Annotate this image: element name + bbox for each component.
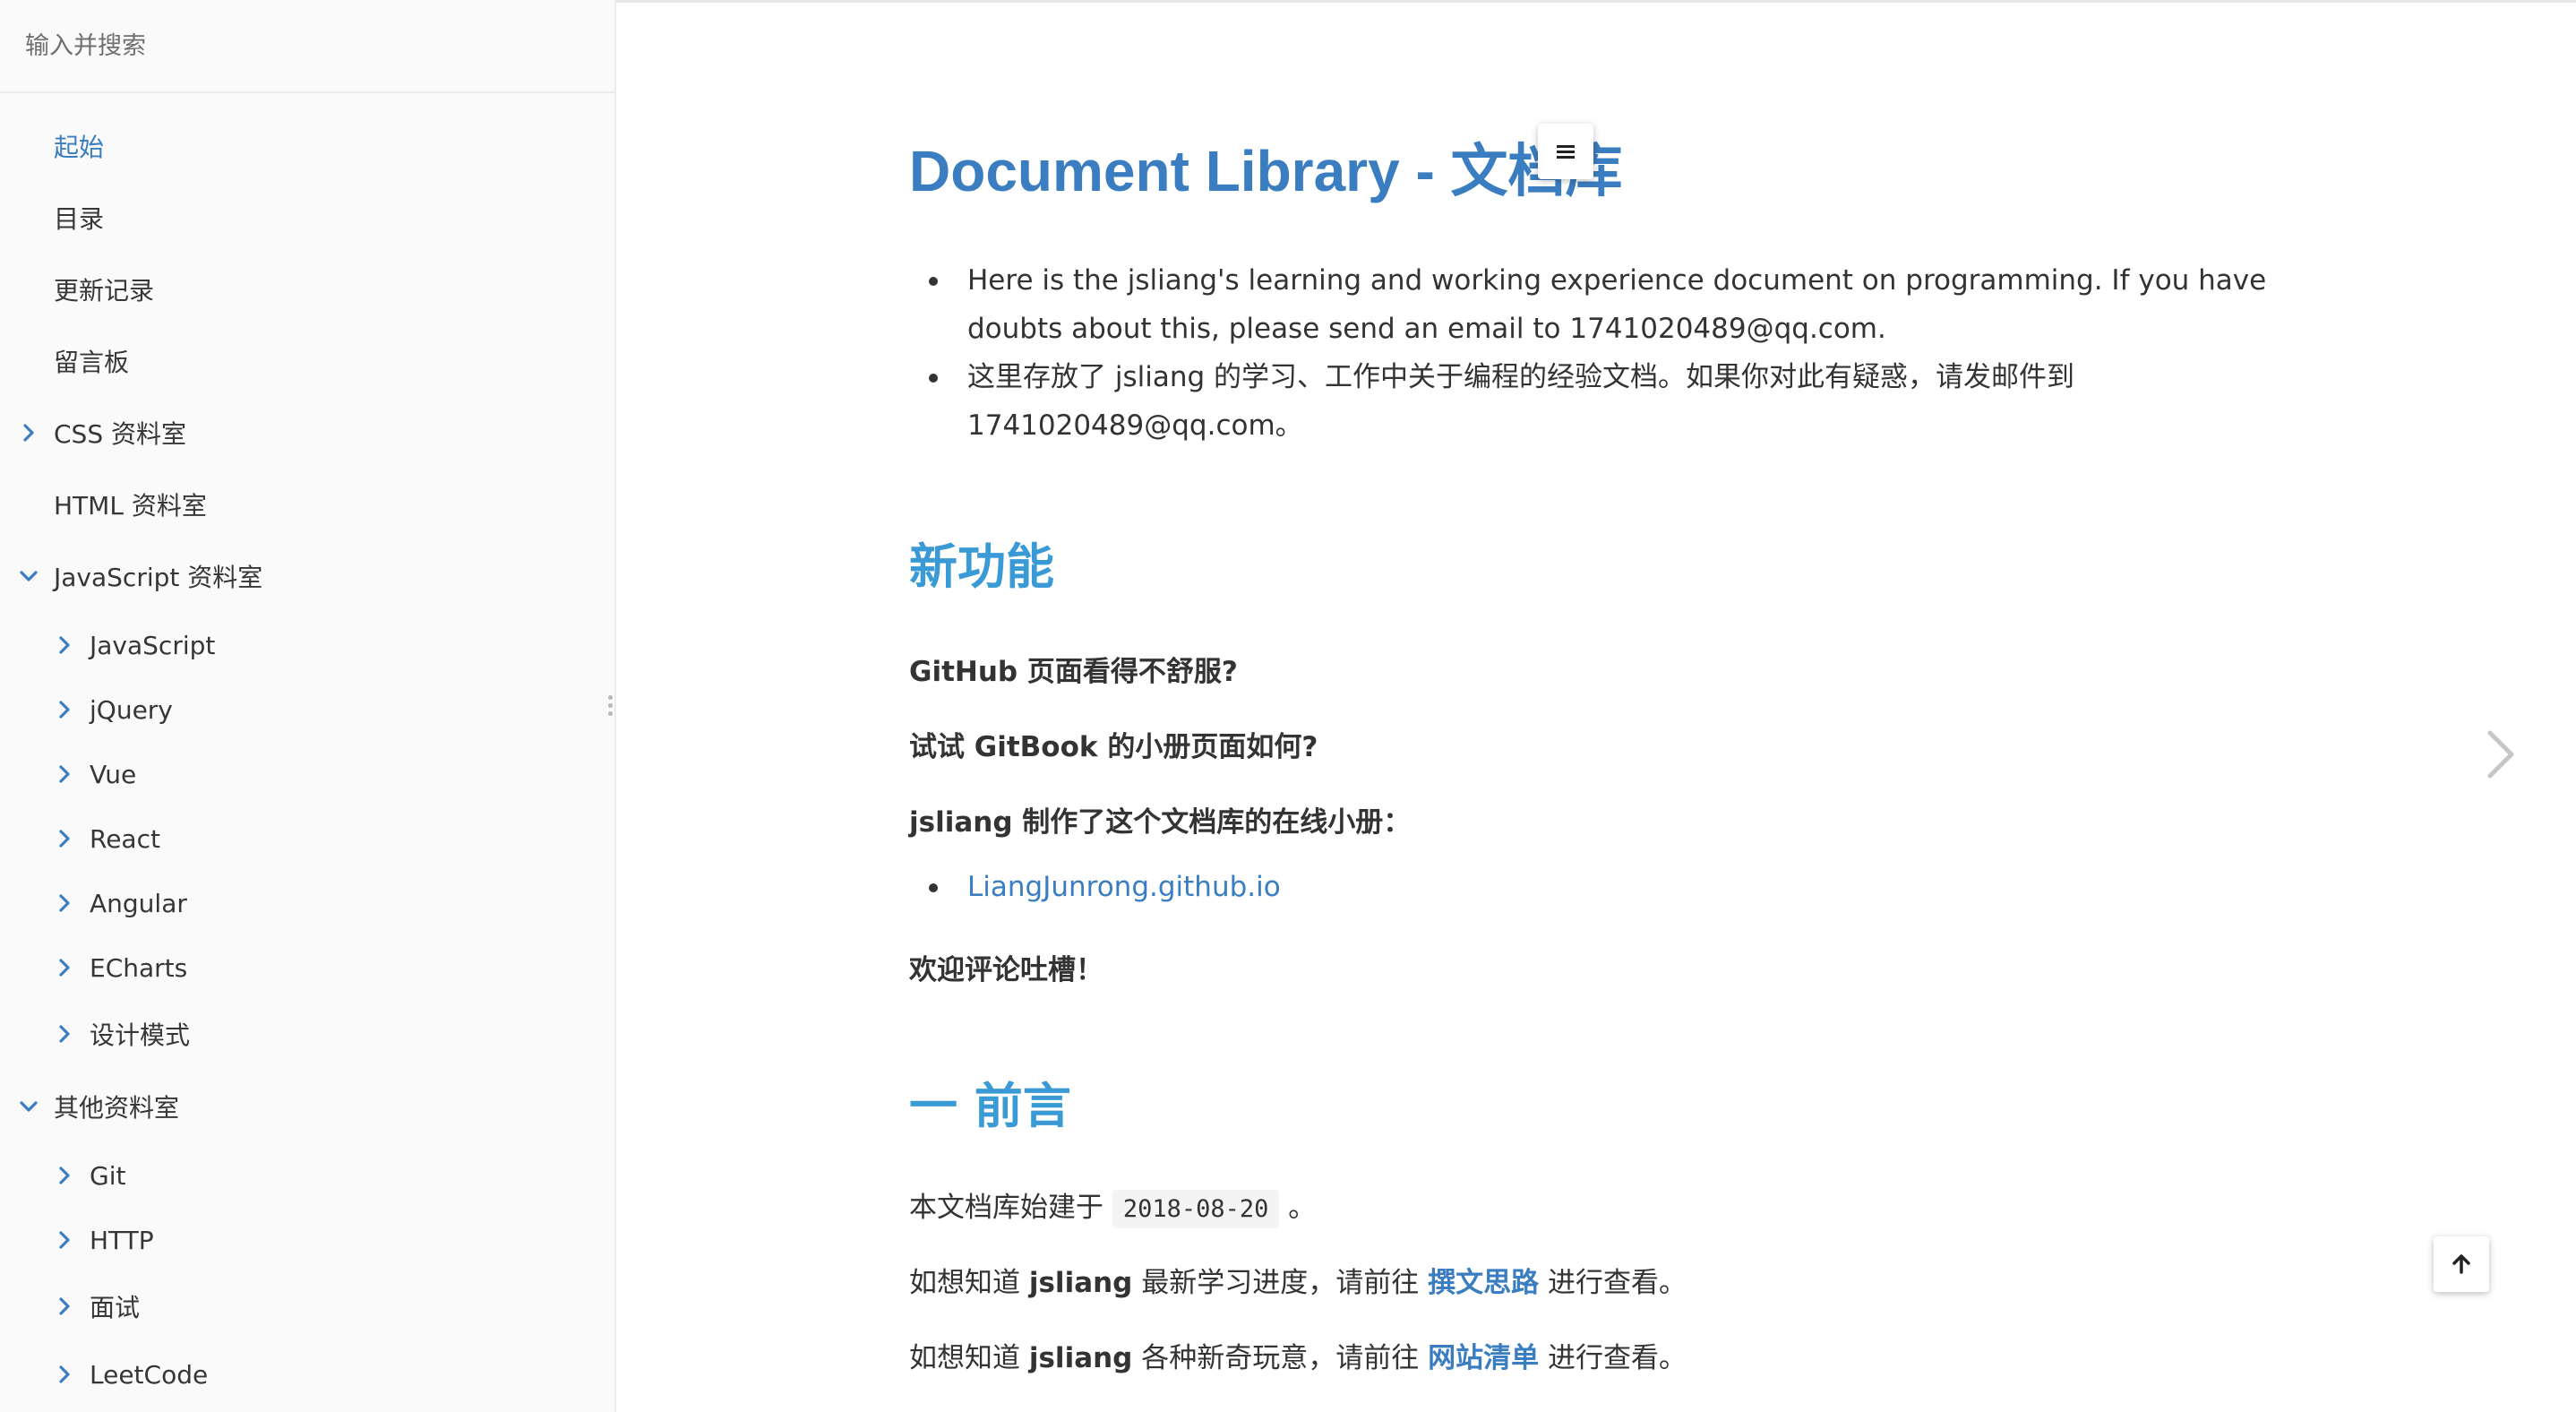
text: 进行查看。 bbox=[1547, 1342, 1687, 1374]
sidebar: 起始 目录 更新记录 留言板 CSS 资料室 HTML 资料室 JavaScri… bbox=[0, 0, 616, 1412]
sidebar-item-label: Git bbox=[90, 1160, 126, 1191]
main-content: Document Library - 文档库 Here is the jslia… bbox=[618, 0, 2576, 1412]
sidebar-item-label: HTML 资料室 bbox=[54, 491, 207, 521]
chevron-right-icon[interactable] bbox=[54, 1165, 75, 1186]
section-heading-features: 新功能 bbox=[909, 538, 1054, 595]
sidebar-item-label: JavaScript 资料室 bbox=[54, 563, 263, 592]
arrow-up-icon bbox=[2451, 1253, 2471, 1275]
list-item: Here is the jsliang's learning and worki… bbox=[909, 256, 2342, 353]
list-item: 这里存放了 jsliang 的学习、工作中关于编程的经验文档。如果你对此有疑惑，… bbox=[909, 353, 2342, 450]
chevron-right-icon[interactable] bbox=[54, 892, 75, 914]
sidebar-item-git[interactable]: Git bbox=[0, 1147, 614, 1204]
chevron-right-icon[interactable] bbox=[54, 1296, 75, 1317]
sidebar-item-leetcode[interactable]: LeetCode bbox=[0, 1346, 614, 1403]
sidebar-item-html[interactable]: HTML 资料室 bbox=[0, 476, 614, 533]
chevron-right-icon[interactable] bbox=[18, 422, 39, 443]
sidebar-resize-handle[interactable] bbox=[607, 695, 614, 722]
text: 。 bbox=[1288, 1192, 1317, 1224]
chevron-right-icon[interactable] bbox=[54, 1023, 75, 1045]
sidebar-item-react[interactable]: React bbox=[0, 810, 614, 867]
intro-list: Here is the jsliang's learning and worki… bbox=[909, 256, 2342, 450]
chevron-right-icon[interactable] bbox=[54, 828, 75, 849]
chevron-right-icon[interactable] bbox=[54, 763, 75, 785]
menu-icon bbox=[1556, 142, 1576, 160]
chevron-right-icon[interactable] bbox=[54, 634, 75, 656]
sidebar-item-label: ECharts bbox=[90, 952, 188, 983]
sidebar-item-label: 其他资料室 bbox=[54, 1093, 180, 1123]
sidebar-item-label: 面试 bbox=[90, 1293, 141, 1322]
chevron-right-icon[interactable] bbox=[54, 957, 75, 978]
sidebar-item-css[interactable]: CSS 资料室 bbox=[0, 404, 614, 461]
sidebar-item-label: 设计模式 bbox=[90, 1020, 191, 1050]
inline-code-date: 2018-08-20 bbox=[1112, 1190, 1280, 1228]
link-list: LiangJunrong.github.io bbox=[909, 863, 2342, 911]
text: 本文档库始建于 bbox=[909, 1192, 1103, 1224]
sidebar-item-label: 目录 bbox=[54, 204, 105, 234]
author-name: jsliang bbox=[1028, 1342, 1133, 1374]
sidebar-item-label: 起始 bbox=[54, 133, 105, 162]
text: 各种新奇玩意，请前往 bbox=[1141, 1342, 1420, 1374]
sidebar-item-label: jQuery bbox=[90, 694, 173, 725]
toc-toggle-button[interactable] bbox=[1538, 124, 1593, 179]
sidebar-item-label: React bbox=[90, 823, 160, 854]
sidebar-item-guestbook[interactable]: 留言板 bbox=[0, 332, 614, 390]
paragraph: GitHub 页面看得不舒服? bbox=[909, 656, 1238, 688]
paragraph: jsliang 制作了这个文档库的在线小册： bbox=[909, 806, 1412, 839]
sidebar-item-other-room[interactable]: 其他资料室 bbox=[0, 1078, 614, 1135]
chevron-right-icon bbox=[2483, 730, 2519, 785]
search-bar bbox=[0, 0, 614, 93]
sidebar-item-jquery[interactable]: jQuery bbox=[0, 681, 614, 738]
text: 如想知道 bbox=[909, 1342, 1020, 1374]
next-page-button[interactable] bbox=[2483, 728, 2519, 781]
page-title: Document Library - 文档库 bbox=[909, 139, 1623, 203]
sidebar-item-label: HTTP bbox=[90, 1225, 154, 1255]
section-heading-preface: 一 前言 bbox=[909, 1078, 1071, 1134]
sidebar-item-label: LeetCode bbox=[90, 1359, 209, 1390]
sidebar-item-changelog[interactable]: 更新记录 bbox=[0, 261, 614, 318]
chevron-right-icon[interactable] bbox=[54, 1364, 75, 1385]
back-to-top-button[interactable] bbox=[2434, 1236, 2489, 1292]
sidebar-item-angular[interactable]: Angular bbox=[0, 874, 614, 932]
chevron-right-icon[interactable] bbox=[54, 1229, 75, 1251]
sidebar-item-echarts[interactable]: ECharts bbox=[0, 939, 614, 996]
sidebar-item-design-patterns[interactable]: 设计模式 bbox=[0, 1005, 614, 1063]
sidebar-item-javascript-room[interactable]: JavaScript 资料室 bbox=[0, 547, 614, 605]
text: 最新学习进度，请前往 bbox=[1141, 1267, 1420, 1299]
chevron-right-icon[interactable] bbox=[54, 699, 75, 720]
sidebar-item-http[interactable]: HTTP bbox=[0, 1211, 614, 1269]
sidebar-item-javascript[interactable]: JavaScript bbox=[0, 616, 614, 674]
paragraph: 欢迎评论吐槽！ bbox=[909, 954, 1103, 986]
paragraph: 试试 GitBook 的小册页面如何? bbox=[909, 731, 1318, 763]
sidebar-item-label: 留言板 bbox=[54, 348, 130, 377]
paragraph: 如想知道 jsliang 最新学习进度，请前往 撰文思路 进行查看。 bbox=[909, 1260, 1687, 1300]
gitbook-link[interactable]: LiangJunrong.github.io bbox=[967, 871, 1281, 903]
paragraph: 本文档库始建于 2018-08-20 。 bbox=[909, 1184, 1317, 1228]
chevron-down-icon[interactable] bbox=[18, 1096, 39, 1117]
sidebar-item-start[interactable]: 起始 bbox=[0, 117, 614, 175]
chevron-down-icon[interactable] bbox=[18, 565, 39, 587]
sidebar-item-label: Angular bbox=[90, 888, 187, 918]
sidebar-item-label: CSS 资料室 bbox=[54, 419, 186, 449]
sidebar-item-toc[interactable]: 目录 bbox=[0, 189, 614, 246]
paragraph: 如想知道 jsliang 各种新奇玩意，请前往 网站清单 进行查看。 bbox=[909, 1335, 1687, 1375]
sidebar-item-label: JavaScript bbox=[90, 630, 216, 660]
list-item: LiangJunrong.github.io bbox=[909, 863, 2342, 911]
website-list-link[interactable]: 网站清单 bbox=[1428, 1342, 1539, 1374]
sidebar-item-label: 更新记录 bbox=[54, 276, 155, 306]
sidebar-item-vue[interactable]: Vue bbox=[0, 745, 614, 803]
sidebar-item-interview[interactable]: 面试 bbox=[0, 1278, 614, 1335]
author-name: jsliang bbox=[1028, 1267, 1133, 1299]
writing-ideas-link[interactable]: 撰文思路 bbox=[1428, 1267, 1539, 1299]
text: 进行查看。 bbox=[1547, 1267, 1687, 1299]
search-input[interactable] bbox=[0, 0, 614, 91]
sidebar-item-label: Vue bbox=[90, 759, 137, 789]
text: 如想知道 bbox=[909, 1267, 1020, 1299]
